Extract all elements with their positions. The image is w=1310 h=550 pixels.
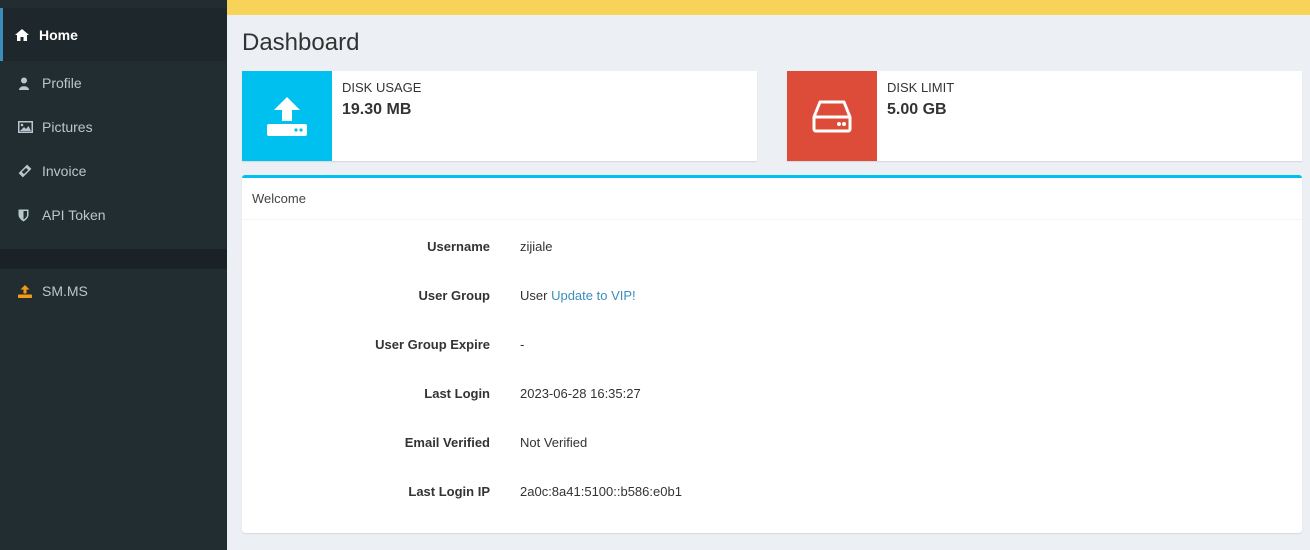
user-icon bbox=[18, 77, 42, 90]
disk-limit-info: DISK LIMIT 5.00 GB bbox=[877, 71, 964, 161]
user-group-value-wrap: User Update to VIP! bbox=[520, 288, 636, 303]
upload-icon bbox=[242, 71, 332, 161]
last-login-ip-value: 2a0c:8a41:5100::b586:e0b1 bbox=[520, 484, 682, 499]
sidebar-item-label: API Token bbox=[42, 207, 106, 223]
detail-row-user-group-expire: User Group Expire - bbox=[242, 320, 1302, 369]
username-value: zijiale bbox=[520, 239, 553, 254]
ticket-icon bbox=[18, 164, 42, 178]
image-icon bbox=[18, 121, 42, 133]
detail-row-username: Username zijiale bbox=[242, 222, 1302, 271]
update-to-vip-link[interactable]: Update to VIP! bbox=[551, 288, 636, 303]
detail-key: Last Login IP bbox=[408, 484, 490, 499]
sidebar-item-pictures[interactable]: Pictures bbox=[0, 105, 227, 149]
email-verified-value: Not Verified bbox=[520, 435, 588, 450]
sidebar-item-smms[interactable]: SM.MS bbox=[0, 269, 227, 313]
detail-row-last-login-ip: Last Login IP 2a0c:8a41:5100::b586:e0b1 bbox=[242, 467, 1302, 516]
sidebar-item-label: Profile bbox=[42, 75, 82, 91]
disk-usage-label: DISK USAGE bbox=[342, 80, 422, 95]
last-login-value: 2023-06-28 16:35:27 bbox=[520, 386, 641, 401]
detail-row-last-login: Last Login 2023-06-28 16:35:27 bbox=[242, 369, 1302, 418]
sidebar-item-label: Invoice bbox=[42, 163, 87, 179]
upload-icon bbox=[18, 284, 42, 298]
shield-icon bbox=[18, 209, 42, 222]
sidebar-item-home[interactable]: Home bbox=[0, 8, 227, 61]
detail-key: Email Verified bbox=[404, 435, 490, 450]
detail-row-user-group: User Group User Update to VIP! bbox=[242, 271, 1302, 320]
detail-row-email-verified: Email Verified Not Verified bbox=[242, 418, 1302, 467]
sidebar-item-label: Pictures bbox=[42, 119, 93, 135]
detail-key: Last Login bbox=[424, 386, 490, 401]
disk-limit-value: 5.00 GB bbox=[887, 101, 947, 118]
sidebar-item-label: SM.MS bbox=[42, 283, 88, 299]
sidebar-item-api-token[interactable]: API Token bbox=[0, 193, 227, 237]
disk-limit-box: DISK LIMIT 5.00 GB bbox=[787, 71, 1302, 161]
detail-key: User Group Expire bbox=[375, 337, 490, 352]
disk-usage-box: DISK USAGE 19.30 MB bbox=[242, 71, 757, 161]
sidebar-item-profile[interactable]: Profile bbox=[0, 61, 227, 105]
disk-usage-value: 19.30 MB bbox=[342, 101, 412, 118]
welcome-header: Welcome bbox=[242, 178, 1302, 220]
sidebar-item-invoice[interactable]: Invoice bbox=[0, 149, 227, 193]
sidebar: Home Profile Pictures Invoice API Token bbox=[0, 0, 227, 550]
sidebar-menu-secondary: SM.MS bbox=[0, 269, 227, 313]
sidebar-item-label: Home bbox=[39, 26, 78, 43]
sidebar-divider bbox=[0, 249, 227, 269]
sidebar-menu: Home Profile Pictures Invoice API Token bbox=[0, 8, 227, 237]
disk-limit-label: DISK LIMIT bbox=[887, 80, 955, 95]
disk-usage-info: DISK USAGE 19.30 MB bbox=[332, 71, 431, 161]
hdd-icon bbox=[787, 71, 877, 161]
user-group-expire-value: - bbox=[520, 337, 525, 352]
detail-key: User Group bbox=[418, 288, 490, 303]
welcome-box: Welcome Username zijiale User Group User… bbox=[242, 175, 1302, 533]
detail-key: Username bbox=[427, 239, 490, 254]
notice-banner bbox=[227, 0, 1310, 15]
home-icon bbox=[15, 28, 39, 41]
page-title: Dashboard bbox=[242, 29, 360, 56]
account-details: Username zijiale User Group User Update … bbox=[242, 220, 1302, 516]
user-group-value: User bbox=[520, 288, 548, 303]
